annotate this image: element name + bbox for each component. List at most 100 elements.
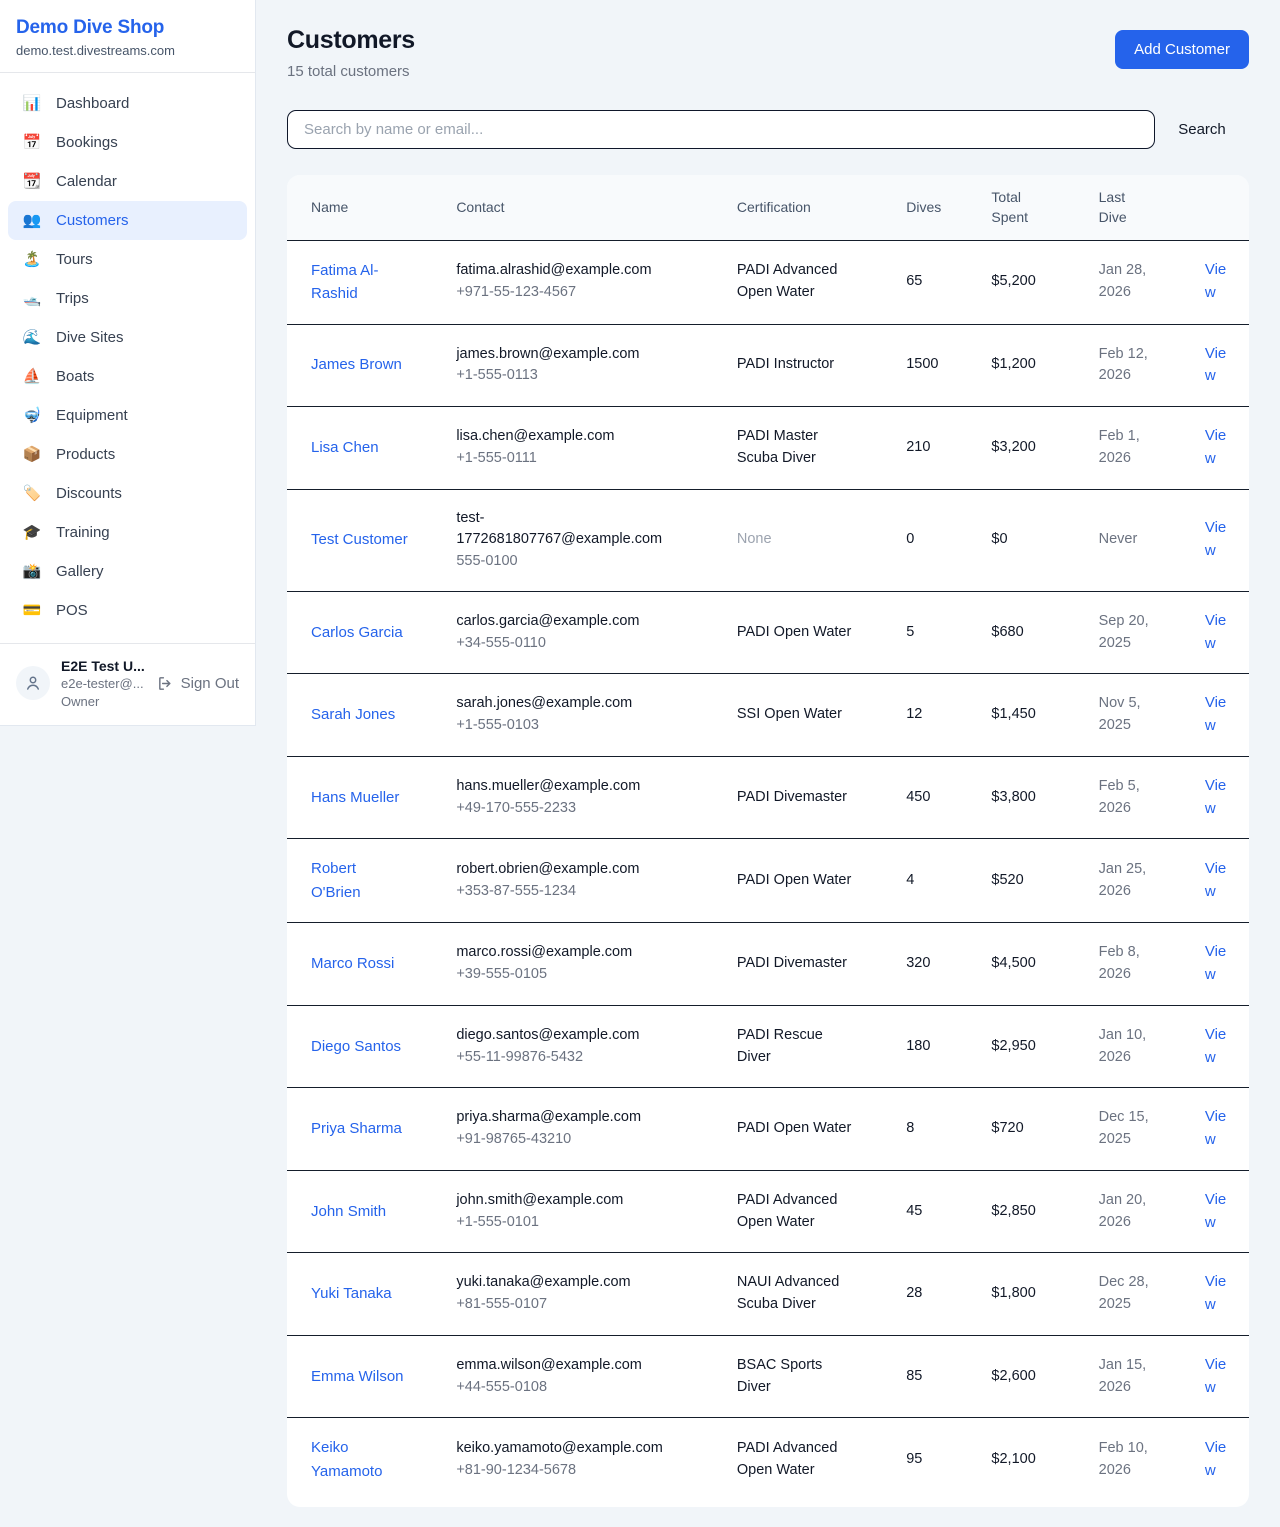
customer-last-dive: Sep 20, 2025 [1087,591,1193,674]
sidebar-item-equipment[interactable]: 🤿 Equipment [8,396,247,435]
view-customer-link[interactable]: View [1205,1108,1226,1148]
sidebar-item-customers[interactable]: 👥 Customers [8,201,247,240]
sidebar-item-training[interactable]: 🎓 Training [8,513,247,552]
page: Demo Dive Shop demo.test.divestreams.com… [0,0,1280,1527]
sidebar-item-tours[interactable]: 🏝️ Tours [8,240,247,279]
customer-dives: 95 [894,1418,979,1502]
customer-name-link[interactable]: John Smith [311,1200,386,1223]
view-customer-link[interactable]: View [1205,1191,1226,1231]
table-body: Fatima Al-Rashid fatima.alrashid@example… [287,240,1249,1501]
customer-email: keiko.yamamoto@example.com [456,1438,683,1460]
tours-island-icon: 🏝️ [22,252,42,267]
table-header-row: Name Contact Certification Dives Total S… [287,175,1249,240]
sidebar-item-bookings[interactable]: 📅 Bookings [8,123,247,162]
customer-dives: 4 [894,839,979,923]
table-row: Marco Rossi marco.rossi@example.com +39-… [287,923,1249,1006]
shop-name-link[interactable]: Demo Dive Shop [16,17,239,39]
customer-name-link[interactable]: Diego Santos [311,1035,401,1058]
customer-email: priya.sharma@example.com [456,1107,683,1129]
sidebar-item-discounts[interactable]: 🏷️ Discounts [8,474,247,513]
view-customer-link[interactable]: View [1205,1273,1226,1313]
customer-name-link[interactable]: Hans Mueller [311,786,399,809]
customer-name-link[interactable]: Emma Wilson [311,1365,404,1388]
table-row: Robert O'Brien robert.obrien@example.com… [287,839,1249,923]
view-customer-link[interactable]: View [1205,777,1226,817]
customer-name-link[interactable]: James Brown [311,353,402,376]
customer-total-spent: $2,100 [979,1418,1086,1502]
search-button[interactable]: Search [1155,121,1249,138]
customer-phone: +39-555-0105 [456,964,683,986]
add-customer-button[interactable]: Add Customer [1115,30,1249,69]
customer-dives: 450 [894,756,979,839]
customer-email: sarah.jones@example.com [456,693,683,715]
customer-phone: +1-555-0111 [456,448,683,470]
customer-certification: PADI Master Scuba Diver [725,407,894,490]
view-customer-link[interactable]: View [1205,261,1226,301]
customer-dives: 8 [894,1088,979,1171]
customer-dives: 5 [894,591,979,674]
customer-certification: NAUI Advanced Scuba Diver [725,1253,894,1336]
view-customer-link[interactable]: View [1205,612,1226,652]
customer-certification: PADI Divemaster [725,756,894,839]
customer-name-link[interactable]: Priya Sharma [311,1117,402,1140]
user-name: E2E Test U... [61,657,146,675]
view-customer-link[interactable]: View [1205,694,1226,734]
main-content: Customers 15 total customers Add Custome… [256,0,1280,1527]
view-customer-link[interactable]: View [1205,427,1226,467]
customer-certification: PADI Advanced Open Water [725,240,894,324]
sidebar-item-label: Bookings [56,134,118,151]
search-input[interactable] [287,110,1155,149]
view-customer-link[interactable]: View [1205,1026,1226,1066]
view-customer-link[interactable]: View [1205,519,1226,559]
customer-name-link[interactable]: Keiko Yamamoto [311,1436,408,1483]
customer-name-link[interactable]: Robert O'Brien [311,857,408,904]
calendar-icon: 📆 [22,174,42,189]
customer-certification: PADI Rescue Diver [725,1005,894,1088]
customer-name-link[interactable]: Yuki Tanaka [311,1282,392,1305]
sidebar-item-trips[interactable]: 🛥️ Trips [8,279,247,318]
customer-last-dive: Feb 8, 2026 [1087,923,1193,1006]
boats-sailboat-icon: ⛵ [22,369,42,384]
view-customer-link[interactable]: View [1205,943,1226,983]
customer-name-link[interactable]: Sarah Jones [311,703,395,726]
customer-email: fatima.alrashid@example.com [456,260,683,282]
customer-phone: +1-555-0113 [456,365,683,387]
customer-certification: SSI Open Water [725,674,894,757]
sidebar-item-label: Customers [56,212,129,229]
sidebar-item-dive-sites[interactable]: 🌊 Dive Sites [8,318,247,357]
view-customer-link[interactable]: View [1205,1439,1226,1479]
customer-name-link[interactable]: Lisa Chen [311,436,379,459]
sidebar-item-boats[interactable]: ⛵ Boats [8,357,247,396]
person-icon [24,674,42,692]
customer-name-link[interactable]: Fatima Al-Rashid [311,259,408,306]
customer-total-spent: $720 [979,1088,1086,1171]
customer-name-link[interactable]: Carlos Garcia [311,621,403,644]
sidebar-item-calendar[interactable]: 📆 Calendar [8,162,247,201]
table-row: Diego Santos diego.santos@example.com +5… [287,1005,1249,1088]
customer-last-dive: Feb 5, 2026 [1087,756,1193,839]
sign-out-button[interactable]: Sign Out [157,675,239,692]
customer-phone: +1-555-0103 [456,715,683,737]
sidebar-item-dashboard[interactable]: 📊 Dashboard [8,84,247,123]
customer-name-link[interactable]: Marco Rossi [311,952,394,975]
customer-dives: 320 [894,923,979,1006]
customer-dives: 0 [894,489,979,591]
sidebar-item-gallery[interactable]: 📸 Gallery [8,552,247,591]
view-customer-link[interactable]: View [1205,345,1226,385]
view-customer-link[interactable]: View [1205,860,1226,900]
search-row: Search [287,110,1249,149]
sidebar-item-label: Products [56,446,115,463]
user-block: E2E Test U... e2e-tester@... Owner Sign … [0,643,255,725]
customer-email: robert.obrien@example.com [456,859,683,881]
customer-name-link[interactable]: Test Customer [311,528,408,551]
customer-phone: +971-55-123-4567 [456,282,683,304]
user-role: Owner [61,693,146,710]
dive-sites-wave-icon: 🌊 [22,330,42,345]
customer-total-spent: $680 [979,591,1086,674]
customer-certification: BSAC Sports Diver [725,1335,894,1418]
sidebar-item-products[interactable]: 📦 Products [8,435,247,474]
sidebar-item-pos[interactable]: 💳 POS [8,591,247,630]
customer-phone: 555-0100 [456,551,683,573]
customers-table: Name Contact Certification Dives Total S… [287,175,1249,1501]
view-customer-link[interactable]: View [1205,1356,1226,1396]
